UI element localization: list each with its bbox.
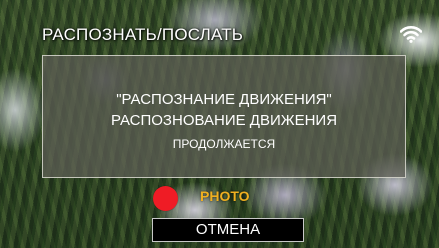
dialog-line-progress: ПРОДОЛЖАЕТСЯ [172, 137, 276, 151]
cancel-button[interactable]: ОТМЕНА [152, 218, 304, 242]
dialog-line-mode: "РАСПОЗНАНИЕ ДВИЖЕНИЯ" [116, 91, 332, 108]
photo-mode-label: PHOTO [200, 188, 250, 204]
dialog-line-status: РАСПОЗНОВАНИЕ ДВИЖЕНИЯ [110, 112, 338, 129]
wifi-icon [400, 26, 422, 43]
status-dialog: "РАСПОЗНАНИЕ ДВИЖЕНИЯ" РАСПОЗНОВАНИЕ ДВИ… [42, 55, 406, 178]
camera-screen: РАСПОЗНАТЬ/ПОСЛАТЬ "РАСПОЗНАНИЕ ДВИЖЕНИЯ… [0, 0, 439, 248]
screen-title: РАСПОЗНАТЬ/ПОСЛАТЬ [42, 25, 244, 44]
record-indicator-icon [153, 186, 178, 211]
